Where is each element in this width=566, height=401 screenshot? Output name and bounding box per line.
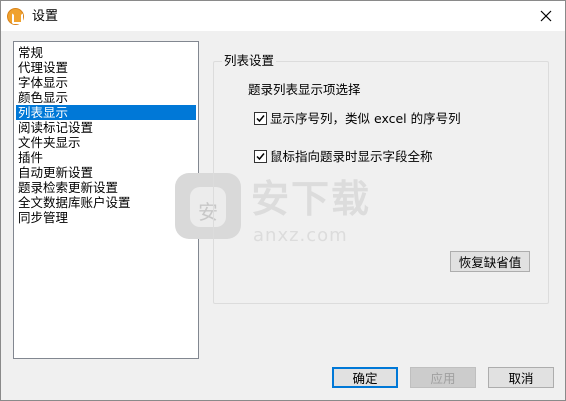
dialog-body: 常规 代理设置 字体显示 颜色显示 列表显示 阅读标记设置 文件夹显示 插件 自… xyxy=(0,31,566,401)
checkmark-icon xyxy=(256,115,265,123)
list-settings-group: 列表设置 题录列表显示项选择 显示序号列，类似 excel 的序号列 鼠标指向题… xyxy=(213,53,549,304)
close-icon xyxy=(540,10,552,22)
title-bar: 设置 xyxy=(0,0,566,31)
restore-defaults-button[interactable]: 恢复缺省值 xyxy=(450,251,530,272)
checkbox-label: 鼠标指向题录时显示字段全称 xyxy=(270,149,433,164)
sidebar-item-fulltext-account[interactable]: 全文数据库账户设置 xyxy=(16,195,196,210)
show-index-column-checkbox[interactable]: 显示序号列，类似 excel 的序号列 xyxy=(254,111,461,126)
sidebar-item-read-mark[interactable]: 阅读标记设置 xyxy=(16,120,196,135)
sidebar-item-auto-update[interactable]: 自动更新设置 xyxy=(16,165,196,180)
sidebar-item-font[interactable]: 字体显示 xyxy=(16,75,196,90)
app-logo-icon xyxy=(7,8,24,25)
checkmark-icon xyxy=(256,153,265,161)
sidebar-item-proxy[interactable]: 代理设置 xyxy=(16,60,196,75)
show-full-field-name-checkbox[interactable]: 鼠标指向题录时显示字段全称 xyxy=(254,149,433,164)
apply-button[interactable]: 应用 xyxy=(410,367,476,388)
group-title: 列表设置 xyxy=(222,53,277,69)
sidebar-item-plugins[interactable]: 插件 xyxy=(16,150,196,165)
section-subtitle: 题录列表显示项选择 xyxy=(248,82,361,97)
sidebar-item-search-update[interactable]: 题录检索更新设置 xyxy=(16,180,196,195)
ok-button[interactable]: 确定 xyxy=(332,367,398,388)
close-button[interactable] xyxy=(527,1,565,31)
sidebar-item-sync[interactable]: 同步管理 xyxy=(16,210,196,225)
checkbox-box[interactable] xyxy=(254,112,267,125)
window-title: 设置 xyxy=(32,9,59,24)
sidebar-item-color[interactable]: 颜色显示 xyxy=(16,90,196,105)
sidebar-item-general[interactable]: 常规 xyxy=(16,45,196,60)
sidebar-item-folder[interactable]: 文件夹显示 xyxy=(16,135,196,150)
checkbox-box[interactable] xyxy=(254,150,267,163)
cancel-button[interactable]: 取消 xyxy=(488,367,554,388)
checkbox-label: 显示序号列，类似 excel 的序号列 xyxy=(270,111,461,126)
settings-category-list[interactable]: 常规 代理设置 字体显示 颜色显示 列表显示 阅读标记设置 文件夹显示 插件 自… xyxy=(13,41,199,359)
sidebar-item-list-display[interactable]: 列表显示 xyxy=(16,105,196,120)
